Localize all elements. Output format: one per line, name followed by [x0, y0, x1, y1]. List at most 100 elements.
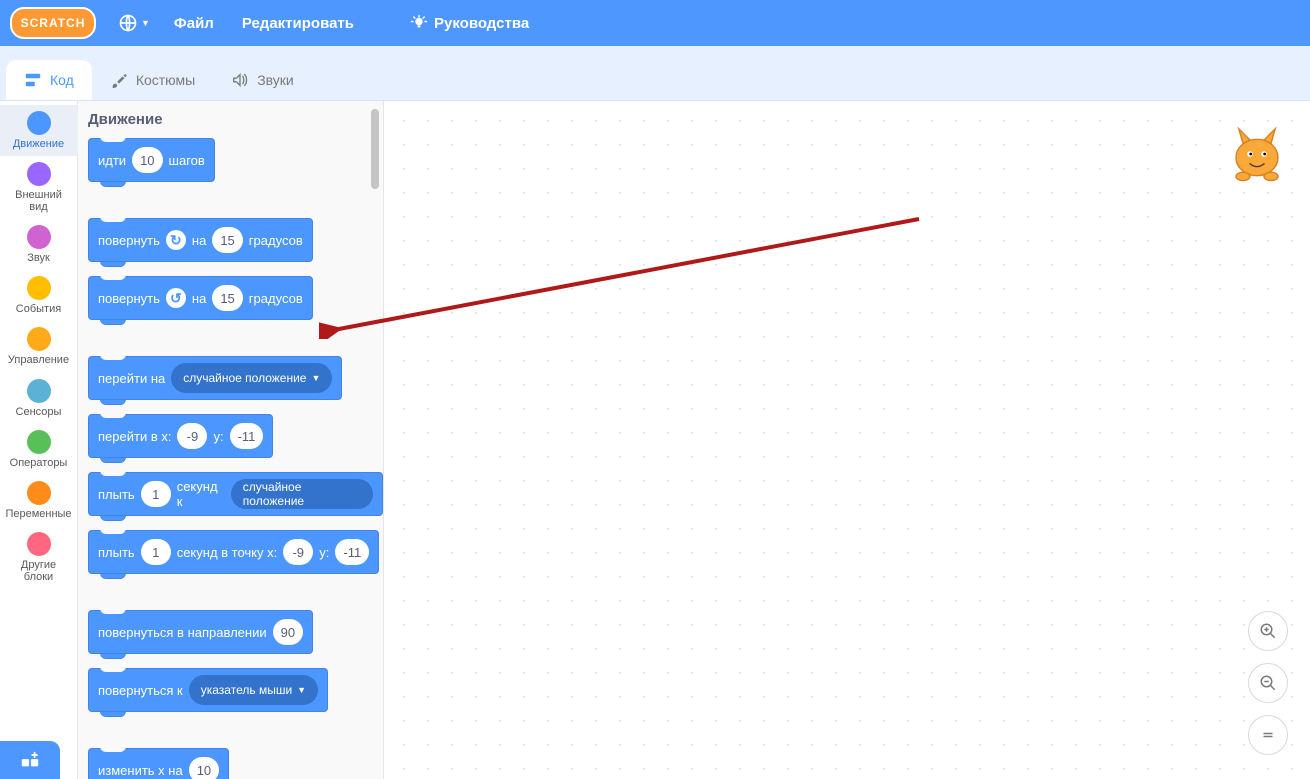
zoom-controls [1248, 611, 1288, 755]
tab-row: Код Костюмы Звуки [0, 46, 1310, 101]
block-change-x[interactable]: изменить x на 10 [88, 748, 229, 779]
tab-code[interactable]: Код [6, 60, 92, 100]
block-text: y: [213, 429, 223, 444]
block-point-towards[interactable]: повернуться к указатель мыши▼ [88, 668, 328, 712]
scripts-workspace[interactable] [384, 101, 1310, 779]
category-sensing[interactable]: Сенсоры [0, 373, 78, 424]
category-label: Внешний вид [15, 189, 62, 213]
category-motion[interactable]: Движение [0, 105, 78, 156]
block-point-direction[interactable]: повернуться в направлении 90 [88, 610, 313, 654]
block-text: на [192, 233, 206, 248]
code-icon [24, 71, 42, 89]
block-text: градусов [249, 233, 303, 248]
block-glide-xy[interactable]: плыть 1 секунд в точку x: -9 y: -11 [88, 530, 379, 574]
category-dot [27, 481, 51, 505]
block-text: на [192, 291, 206, 306]
category-dot [27, 111, 51, 135]
block-input-degrees[interactable]: 15 [212, 285, 242, 311]
block-text: повернуть [98, 233, 160, 248]
block-text: плыть [98, 487, 135, 502]
category-dot [27, 225, 51, 249]
block-text: перейти на [98, 371, 165, 386]
block-text: изменить x на [98, 763, 183, 778]
block-turn-ccw[interactable]: повернуть ↺ на 15 градусов [88, 276, 313, 320]
language-selector[interactable]: ▼ [108, 0, 160, 46]
caret-down-icon: ▼ [141, 18, 150, 28]
category-dot [27, 327, 51, 351]
category-label: Движение [13, 138, 64, 150]
annotation-arrow [319, 209, 989, 339]
block-input-steps[interactable]: 10 [132, 147, 162, 173]
tab-code-label: Код [50, 72, 74, 88]
block-input-direction[interactable]: 90 [273, 619, 303, 645]
block-input-y[interactable]: -11 [335, 539, 369, 565]
block-input-secs[interactable]: 1 [141, 481, 171, 507]
menu-tutorials-label: Руководства [434, 15, 529, 32]
block-text: повернуться в направлении [98, 625, 267, 640]
block-palette: Движение идти 10 шагов повернуть ↻ на 15… [78, 101, 384, 779]
palette-scrollbar[interactable] [371, 109, 379, 189]
category-label: Звук [27, 252, 50, 264]
block-text: шагов [169, 153, 205, 168]
block-move-steps[interactable]: идти 10 шагов [88, 138, 215, 182]
block-text: идти [98, 153, 126, 168]
zoom-in-icon [1259, 622, 1277, 640]
block-dropdown-target[interactable]: указатель мыши▼ [189, 675, 318, 705]
tab-sounds[interactable]: Звуки [213, 60, 312, 100]
block-text: секунд в точку x: [177, 545, 278, 560]
caret-down-icon: ▼ [297, 685, 306, 695]
block-turn-cw[interactable]: повернуть ↻ на 15 градусов [88, 218, 313, 262]
category-dot [27, 162, 51, 186]
block-goto-menu[interactable]: перейти на случайное положение▼ [88, 356, 342, 400]
lightbulb-icon [410, 14, 428, 32]
category-myblocks[interactable]: Другие блоки [0, 526, 78, 589]
add-extension-button[interactable] [0, 741, 60, 779]
category-label: Сенсоры [16, 406, 62, 418]
block-input-dx[interactable]: 10 [189, 757, 219, 779]
palette-category-title: Движение [88, 111, 383, 128]
globe-icon [118, 13, 138, 33]
tab-costumes-label: Костюмы [136, 72, 195, 88]
block-input-x[interactable]: -9 [177, 423, 207, 449]
zoom-out-button[interactable] [1248, 663, 1288, 703]
category-dot [27, 276, 51, 300]
category-sound[interactable]: Звук [0, 219, 78, 270]
scratch-logo[interactable]: SCRATCH [10, 7, 96, 39]
category-label: События [16, 303, 61, 315]
paintbrush-icon [110, 71, 128, 89]
zoom-reset-button[interactable] [1248, 715, 1288, 755]
block-input-secs[interactable]: 1 [141, 539, 171, 565]
block-dropdown-target[interactable]: случайное положение [231, 479, 373, 509]
category-dot [27, 532, 51, 556]
block-text: плыть [98, 545, 135, 560]
zoom-in-button[interactable] [1248, 611, 1288, 651]
scratch-cat-sprite [1222, 119, 1292, 189]
category-looks[interactable]: Внешний вид [0, 156, 78, 219]
rotate-cw-icon: ↻ [166, 230, 186, 250]
category-dot [27, 430, 51, 454]
menu-file[interactable]: Файл [160, 0, 228, 46]
block-goto-xy[interactable]: перейти в x: -9 y: -11 [88, 414, 273, 458]
menu-tutorials[interactable]: Руководства [396, 0, 543, 46]
category-operators[interactable]: Операторы [0, 424, 78, 475]
category-variables[interactable]: Переменные [0, 475, 78, 526]
category-dot [27, 379, 51, 403]
menu-edit[interactable]: Редактировать [228, 0, 368, 46]
block-input-x[interactable]: -9 [283, 539, 313, 565]
block-text: перейти в x: [98, 429, 171, 444]
zoom-out-icon [1259, 674, 1277, 692]
extension-icon [19, 749, 41, 771]
category-control[interactable]: Управление [0, 321, 78, 372]
block-dropdown-target[interactable]: случайное положение▼ [171, 363, 332, 393]
block-text: y: [319, 545, 329, 560]
category-label: Управление [8, 354, 69, 366]
category-events[interactable]: События [0, 270, 78, 321]
block-input-y[interactable]: -11 [230, 423, 264, 449]
block-text: повернуться к [98, 683, 183, 698]
menu-bar: SCRATCH ▼ Файл Редактировать Руководства [0, 0, 1310, 46]
block-input-degrees[interactable]: 15 [212, 227, 242, 253]
tab-costumes[interactable]: Костюмы [92, 60, 213, 100]
block-glide-menu[interactable]: плыть 1 секунд к случайное положение [88, 472, 383, 516]
category-label: Переменные [5, 508, 71, 520]
category-strip: Движение Внешний вид Звук События Управл… [0, 101, 78, 779]
